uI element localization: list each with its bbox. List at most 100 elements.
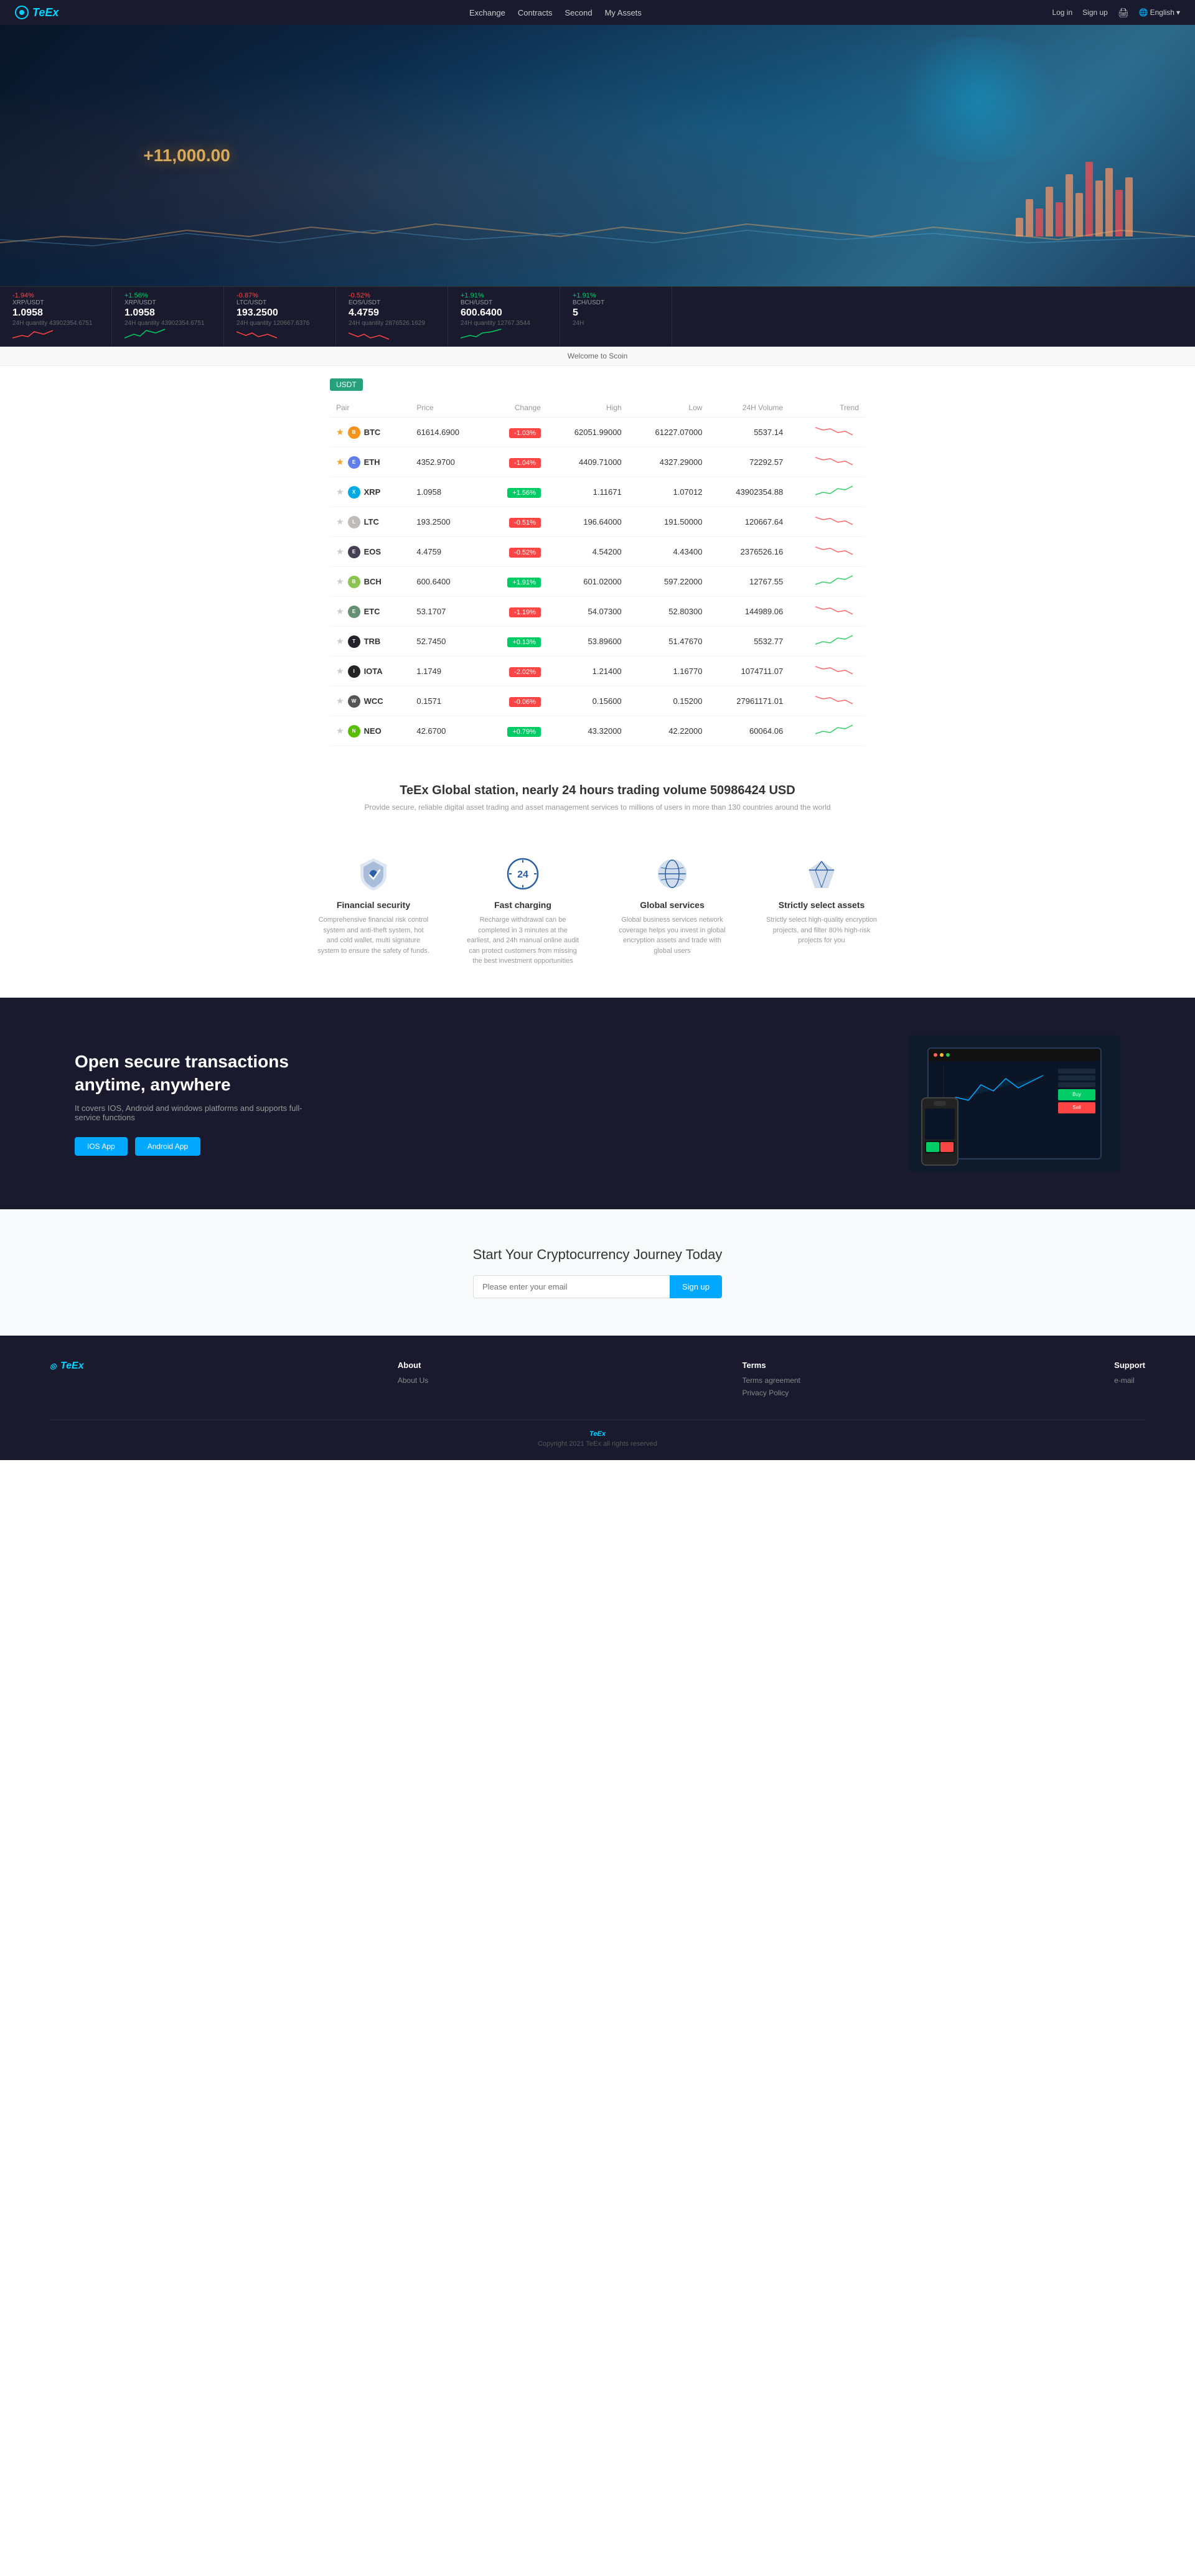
- ticker-change: -0.52%: [349, 292, 435, 299]
- star-icon[interactable]: ★: [336, 457, 344, 467]
- coin-trend: [789, 567, 865, 597]
- table-row[interactable]: ★ B BTC 61614.6900-1.03%62051.9900061227…: [330, 418, 865, 447]
- trend-sparkline: [815, 693, 859, 708]
- footer-bottom: TeEx Copyright 2021 TeEx all rights rese…: [50, 1420, 1145, 1448]
- svg-text:24: 24: [517, 869, 528, 880]
- hero-price-text: +11,000.00: [143, 146, 230, 166]
- ticker-item-1[interactable]: +1.56% XRP/USDT 1.0958 24H quantity 4390…: [112, 287, 224, 347]
- coin-name: TRB: [364, 637, 381, 646]
- coin-trend: [789, 537, 865, 567]
- coin-icon: B: [348, 576, 360, 588]
- coin-low: 191.50000: [628, 507, 709, 537]
- table-row[interactable]: ★ E ETC 53.1707-1.19%54.0730052.80300144…: [330, 597, 865, 627]
- table-row[interactable]: ★ T TRB 52.7450+0.13%53.8960051.47670553…: [330, 627, 865, 657]
- table-row[interactable]: ★ X XRP 1.0958+1.56%1.116711.07012439023…: [330, 477, 865, 507]
- table-row[interactable]: ★ B BCH 600.6400+1.91%601.02000597.22000…: [330, 567, 865, 597]
- coin-low: 1.07012: [628, 477, 709, 507]
- signup-submit-button[interactable]: Sign up: [670, 1275, 722, 1298]
- star-icon[interactable]: ★: [336, 606, 344, 617]
- ticker-item-4[interactable]: +1.91% BCH/USDT 600.6400 24H quantity 12…: [448, 287, 560, 347]
- star-icon[interactable]: ★: [336, 427, 344, 438]
- signup-link[interactable]: Sign up: [1082, 8, 1108, 17]
- coin-price: 4352.9700: [410, 447, 485, 477]
- ticker-price: 4.4759: [349, 307, 435, 319]
- ticker-item-3[interactable]: -0.52% EOS/USDT 4.4759 24H quantity 2876…: [336, 287, 448, 347]
- language-selector[interactable]: 🌐 English ▾: [1139, 8, 1180, 17]
- coin-high: 54.07300: [547, 597, 628, 627]
- footer-terms-agreement-link[interactable]: Terms agreement: [743, 1376, 800, 1385]
- table-row[interactable]: ★ W WCC 0.1571-0.06%0.156000.15200279611…: [330, 686, 865, 716]
- footer-support-col: Support e-mail: [1114, 1361, 1145, 1401]
- android-app-button[interactable]: Android App: [135, 1137, 200, 1156]
- coin-high: 1.21400: [547, 657, 628, 686]
- coin-price: 61614.6900: [410, 418, 485, 447]
- ios-app-button[interactable]: IOS App: [75, 1137, 128, 1156]
- ticker-change: +1.56%: [124, 292, 211, 299]
- logo[interactable]: TeEx: [15, 6, 59, 19]
- footer-email-link[interactable]: e-mail: [1114, 1376, 1145, 1385]
- phone-mock: [921, 1097, 958, 1166]
- coin-icon: E: [348, 456, 360, 469]
- col-change: Change: [485, 398, 547, 418]
- ticker-price: 600.6400: [461, 307, 547, 319]
- nav-right: Log in Sign up 🖨 🌐 English ▾: [1052, 7, 1180, 18]
- star-icon[interactable]: ★: [336, 487, 344, 497]
- login-link[interactable]: Log in: [1052, 8, 1072, 17]
- star-icon[interactable]: ★: [336, 576, 344, 587]
- ticker-vol: 24H: [573, 320, 659, 327]
- nav-exchange[interactable]: Exchange: [469, 8, 505, 17]
- ticker-vol: 24H quantity 2876526.1629: [349, 320, 435, 327]
- ticker-item-5[interactable]: +1.91% BCH/USDT 5 24H: [560, 287, 672, 347]
- signup-email-input[interactable]: [473, 1275, 670, 1298]
- coin-icon: X: [348, 486, 360, 499]
- ticker-sparkline: [237, 327, 280, 342]
- star-icon[interactable]: ★: [336, 636, 344, 647]
- coin-high: 62051.99000: [547, 418, 628, 447]
- print-icon[interactable]: 🖨: [1118, 7, 1129, 18]
- dark-promo-section: Open secure transactions anytime, anywhe…: [0, 998, 1195, 1209]
- coin-high: 196.64000: [547, 507, 628, 537]
- table-row[interactable]: ★ I IOTA 1.1749-2.02%1.214001.1677010747…: [330, 657, 865, 686]
- nav-contracts[interactable]: Contracts: [518, 8, 553, 17]
- usdt-tab[interactable]: USDT: [330, 378, 363, 391]
- star-icon[interactable]: ★: [336, 696, 344, 706]
- ticker-pair: BCH/USDT: [461, 299, 547, 306]
- star-icon[interactable]: ★: [336, 517, 344, 527]
- star-icon[interactable]: ★: [336, 666, 344, 677]
- ticker-item-2[interactable]: -0.87% LTC/USDT 193.2500 24H quantity 12…: [224, 287, 336, 347]
- trend-sparkline: [815, 633, 859, 648]
- coin-high: 0.15600: [547, 686, 628, 716]
- nav-links: Exchange Contracts Second My Assets: [469, 8, 642, 17]
- trend-sparkline: [815, 513, 859, 528]
- star-icon[interactable]: ★: [336, 726, 344, 736]
- table-row[interactable]: ★ E ETH 4352.9700-1.04%4409.710004327.29…: [330, 447, 865, 477]
- ticker-change: -0.87%: [237, 292, 323, 299]
- nav-my-assets[interactable]: My Assets: [605, 8, 642, 17]
- trend-sparkline: [815, 424, 859, 439]
- coin-volume: 1074711.07: [708, 657, 789, 686]
- table-row[interactable]: ★ E EOS 4.4759-0.52%4.542004.43400237652…: [330, 537, 865, 567]
- nav-second[interactable]: Second: [565, 8, 592, 17]
- coin-trend: [789, 657, 865, 686]
- table-row[interactable]: ★ L LTC 193.2500-0.51%196.64000191.50000…: [330, 507, 865, 537]
- footer-terms-title: Terms: [743, 1361, 800, 1370]
- welcome-bar: Welcome to Scoin: [0, 347, 1195, 366]
- feature-title-security: Financial security: [317, 900, 429, 910]
- ticker-item-0[interactable]: -1.94% XRP/USDT 1.0958 24H quantity 4390…: [0, 287, 112, 347]
- coin-price: 600.6400: [410, 567, 485, 597]
- footer-about-link[interactable]: About Us: [398, 1376, 428, 1385]
- coin-high: 601.02000: [547, 567, 628, 597]
- trend-sparkline: [815, 484, 859, 499]
- ticker-pair: LTC/USDT: [237, 299, 323, 306]
- coin-name: BCH: [364, 577, 382, 586]
- footer-bottom-logo: TeEx: [589, 1430, 606, 1438]
- star-icon[interactable]: ★: [336, 546, 344, 557]
- footer-privacy-link[interactable]: Privacy Policy: [743, 1389, 800, 1397]
- table-row[interactable]: ★ N NEO 42.6700+0.79%43.3200042.22000600…: [330, 716, 865, 746]
- ticker-price: 193.2500: [237, 307, 323, 319]
- hero-section: +11,000.00: [0, 25, 1195, 286]
- signup-section: Start Your Cryptocurrency Journey Today …: [0, 1209, 1195, 1336]
- ticker-vol: 24H quantity 43902354.6751: [124, 320, 211, 327]
- feature-financial-security: Financial security Comprehensive financi…: [317, 855, 429, 967]
- ticker-change: -1.94%: [12, 292, 99, 299]
